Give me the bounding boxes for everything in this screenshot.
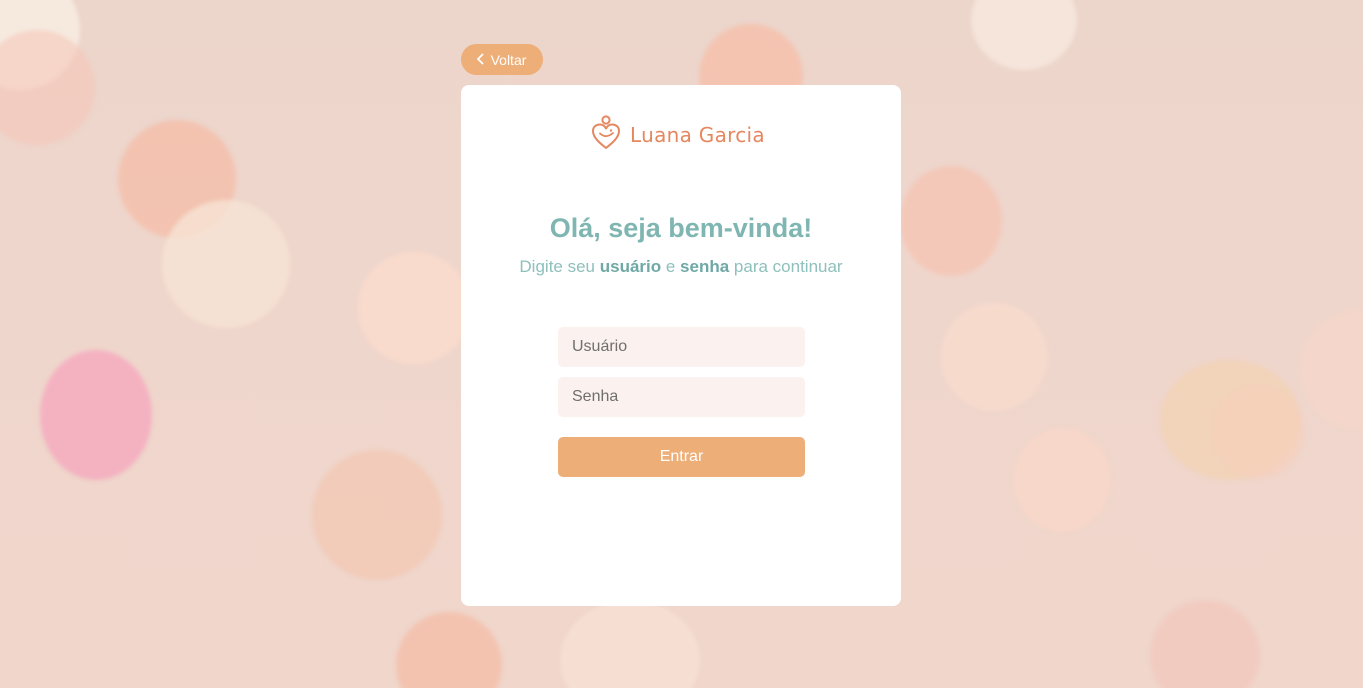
bokeh-light — [560, 600, 700, 688]
bokeh-light — [396, 612, 502, 688]
bokeh-light — [1013, 428, 1111, 532]
bokeh-light — [1150, 600, 1260, 688]
back-button[interactable]: Voltar — [461, 44, 543, 75]
bokeh-light — [1212, 386, 1304, 478]
bokeh-light — [312, 450, 442, 580]
bokeh-light — [1300, 310, 1363, 430]
password-input[interactable] — [558, 377, 805, 417]
login-button[interactable]: Entrar — [558, 437, 805, 477]
instruction-text-part: Digite seu — [519, 257, 600, 276]
bokeh-light — [40, 350, 152, 480]
instruction-username-word: usuário — [599, 257, 662, 276]
bokeh-light — [971, 0, 1077, 70]
brand-logo: Luana Garcia — [591, 114, 765, 157]
instruction-text-part: e — [661, 257, 681, 276]
heart-person-icon — [591, 114, 623, 157]
back-button-label: Voltar — [490, 51, 527, 68]
bokeh-light — [358, 252, 470, 364]
login-card: Luana Garcia Olá, seja bem-vinda! Digite… — [461, 85, 901, 606]
instruction-text-part: para continuar — [729, 257, 843, 276]
bokeh-light — [900, 166, 1002, 276]
instruction-password-word: senha — [680, 257, 730, 276]
chevron-left-icon — [476, 52, 491, 68]
bokeh-light — [0, 30, 95, 145]
brand-name: Luana Garcia — [630, 123, 765, 147]
bokeh-light — [162, 200, 290, 328]
instruction-text: Digite seu usuário e senha para continua… — [461, 257, 901, 277]
username-input[interactable] — [558, 327, 805, 367]
bokeh-light — [941, 303, 1047, 411]
welcome-heading: Olá, seja bem-vinda! — [549, 213, 813, 243]
